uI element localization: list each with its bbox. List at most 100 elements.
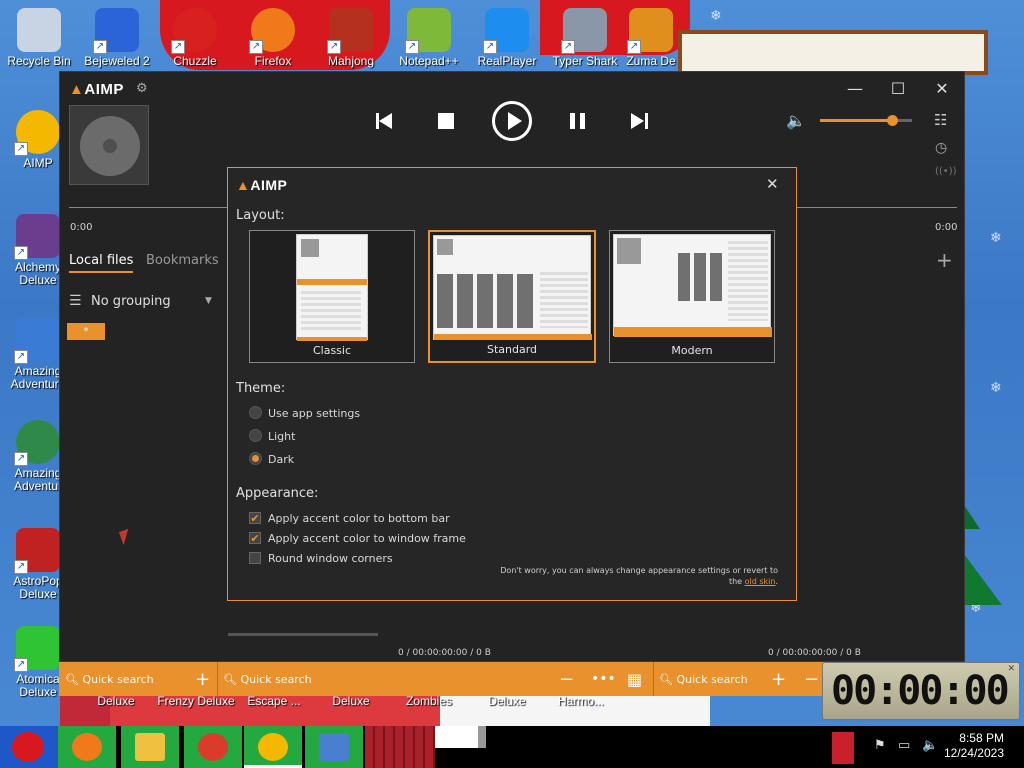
taskbar-file-explorer[interactable] [121, 726, 179, 768]
tray-date: 12/24/2023 [943, 746, 1004, 760]
theme-radio-light[interactable] [249, 429, 262, 442]
tab-local-files[interactable]: Local files [69, 253, 134, 273]
shortcut-arrow-icon: ↗ [93, 40, 107, 54]
tray-clock[interactable]: 8:58 PM 12/24/2023 [944, 731, 1004, 761]
add-button[interactable]: + [195, 662, 210, 697]
taskbar-chrome[interactable] [184, 726, 242, 768]
gear-icon[interactable]: ⚙ [136, 81, 148, 96]
round-corners-label[interactable]: Round window corners [268, 552, 393, 565]
mahjong-icon: ↗ [327, 8, 373, 54]
close-button[interactable]: ✕ [929, 78, 955, 100]
typer-shark-icon: ↗ [561, 8, 607, 54]
atomica-icon: ↗ [14, 626, 60, 672]
desktop-icon-realplayer[interactable]: ↗ RealPlayer [469, 8, 545, 68]
file-explorer-icon [135, 733, 165, 761]
amazing-adventures-icon: ↗ [14, 318, 60, 364]
pause-button[interactable] [570, 113, 586, 129]
disc-hole [103, 139, 117, 153]
modern-preview [613, 234, 772, 337]
playlist-scrollbar[interactable] [228, 633, 378, 636]
round-corners-checkbox[interactable] [249, 552, 261, 564]
tray-volume-icon[interactable]: 🔈 [922, 738, 938, 753]
speaker-icon[interactable]: 🔈 [786, 111, 806, 130]
close-icon[interactable]: ✕ [1007, 664, 1015, 674]
accent-window-frame-checkbox[interactable]: ✔ [249, 532, 261, 544]
desktop-icon-notepadpp[interactable]: ↗ Notepad++ [391, 8, 467, 68]
standard-preview [433, 235, 592, 340]
volume-slider[interactable] [820, 115, 912, 126]
tray-flag-icon[interactable]: ⚑ [874, 738, 886, 753]
revert-note: Don't worry, you can always change appea… [500, 566, 778, 586]
add-button-right[interactable]: + [771, 662, 786, 697]
playlist-tag[interactable]: * [67, 323, 105, 340]
desktop-icon-typer-shark[interactable]: ↗ Typer Shark [547, 8, 623, 68]
taskbar-network[interactable] [305, 726, 363, 768]
taskbar-aimp[interactable] [244, 726, 302, 768]
shortcut-arrow-icon: ↗ [249, 40, 263, 54]
old-skin-link[interactable]: old skin [745, 577, 776, 586]
playlist-status-right: 0 / 00:00:00:00 / 0 B [768, 648, 861, 658]
remove-button[interactable]: − [559, 662, 574, 697]
desktop-icon-chuzzle[interactable]: ↗ Chuzzle [157, 8, 233, 68]
snowflake-decoration: ❄ [990, 230, 1002, 246]
layout-option-standard[interactable]: Standard [428, 230, 596, 363]
desktop-icon-firefox[interactable]: ↗ Firefox [235, 8, 311, 68]
desktop-icon-bejeweled-2[interactable]: ↗ Bejeweled 2 [79, 8, 155, 68]
maximize-button[interactable]: ☐ [885, 78, 911, 100]
accent-window-frame-label[interactable]: Apply accent color to window frame [268, 532, 466, 545]
start-button[interactable] [0, 726, 58, 768]
theme-radio-dark[interactable] [249, 452, 262, 465]
divider [217, 662, 218, 696]
notepadpp-icon: ↗ [405, 8, 451, 54]
desktop-icon-zuma[interactable]: ↗ Zuma De [613, 8, 689, 68]
quick-search-field-1[interactable]: 🔍︎ Quick search [65, 662, 205, 697]
digital-clock-widget[interactable]: 00:00:00 ✕ [822, 662, 1020, 720]
add-tab-button[interactable]: + [936, 248, 953, 272]
recycle-bin-icon [17, 8, 61, 52]
previous-track-button[interactable] [376, 113, 394, 129]
theme-label-app-settings[interactable]: Use app settings [268, 407, 360, 420]
play-button[interactable] [492, 101, 532, 141]
next-track-button[interactable] [631, 113, 649, 129]
accent-bottom-bar-checkbox[interactable]: ✔ [249, 512, 261, 524]
search-icon: 🔍︎ [659, 673, 673, 686]
zuma-icon: ↗ [627, 8, 673, 54]
layout-option-classic[interactable]: Classic [249, 230, 415, 363]
grouping-selector[interactable]: ☰ No grouping ▼ [69, 292, 215, 312]
taskbar-firefox[interactable] [58, 726, 116, 768]
theme-label-dark[interactable]: Dark [268, 453, 294, 466]
theme-label-light[interactable]: Light [268, 430, 295, 443]
grid-view-button[interactable]: ▦ [627, 662, 642, 697]
clock-digits: 00:00:00 [831, 668, 1010, 714]
remove-button-right[interactable]: − [804, 662, 819, 697]
quick-search-field-3[interactable]: 🔍︎ Quick search [659, 662, 759, 697]
shortcut-arrow-icon: ↗ [14, 350, 28, 364]
tab-bookmarks[interactable]: Bookmarks [146, 253, 219, 268]
desktop-icon-recycle-bin[interactable]: Recycle Bin [1, 8, 77, 68]
radio-broadcast-icon[interactable]: ((•)) [935, 166, 957, 177]
accent-bottom-bar-label[interactable]: Apply accent color to bottom bar [268, 512, 450, 525]
taskbar-grey-block [478, 726, 486, 748]
minimize-button[interactable]: — [842, 78, 868, 100]
amazing-adventures-2-icon: ↗ [14, 420, 60, 466]
layout-option-modern[interactable]: Modern [609, 230, 775, 363]
divider [653, 662, 654, 696]
santa-start-icon [12, 732, 44, 762]
shortcut-arrow-icon: ↗ [14, 560, 28, 574]
stop-button[interactable] [438, 113, 454, 129]
taskbar-pattern-decoration [365, 726, 435, 768]
equalizer-icon[interactable]: ☷ [934, 111, 947, 129]
timer-icon[interactable]: ◷ [935, 140, 947, 156]
aimp-icon: ↗ [14, 110, 60, 156]
theme-radio-app-settings[interactable] [249, 406, 262, 419]
dialog-close-button[interactable]: ✕ [766, 175, 779, 193]
chuzzle-icon: ↗ [171, 8, 217, 54]
more-menu-button[interactable]: ••• [591, 662, 616, 697]
classic-preview [296, 234, 368, 341]
desktop-icon-mahjong[interactable]: ↗ Mahjong [313, 8, 389, 68]
next-icon [631, 113, 644, 129]
volume-knob[interactable] [886, 115, 898, 126]
tray-network-icon[interactable]: ▭ [898, 738, 910, 753]
pause-icon [570, 113, 575, 129]
quick-search-field-2[interactable]: 🔍︎ Quick search [223, 662, 523, 697]
